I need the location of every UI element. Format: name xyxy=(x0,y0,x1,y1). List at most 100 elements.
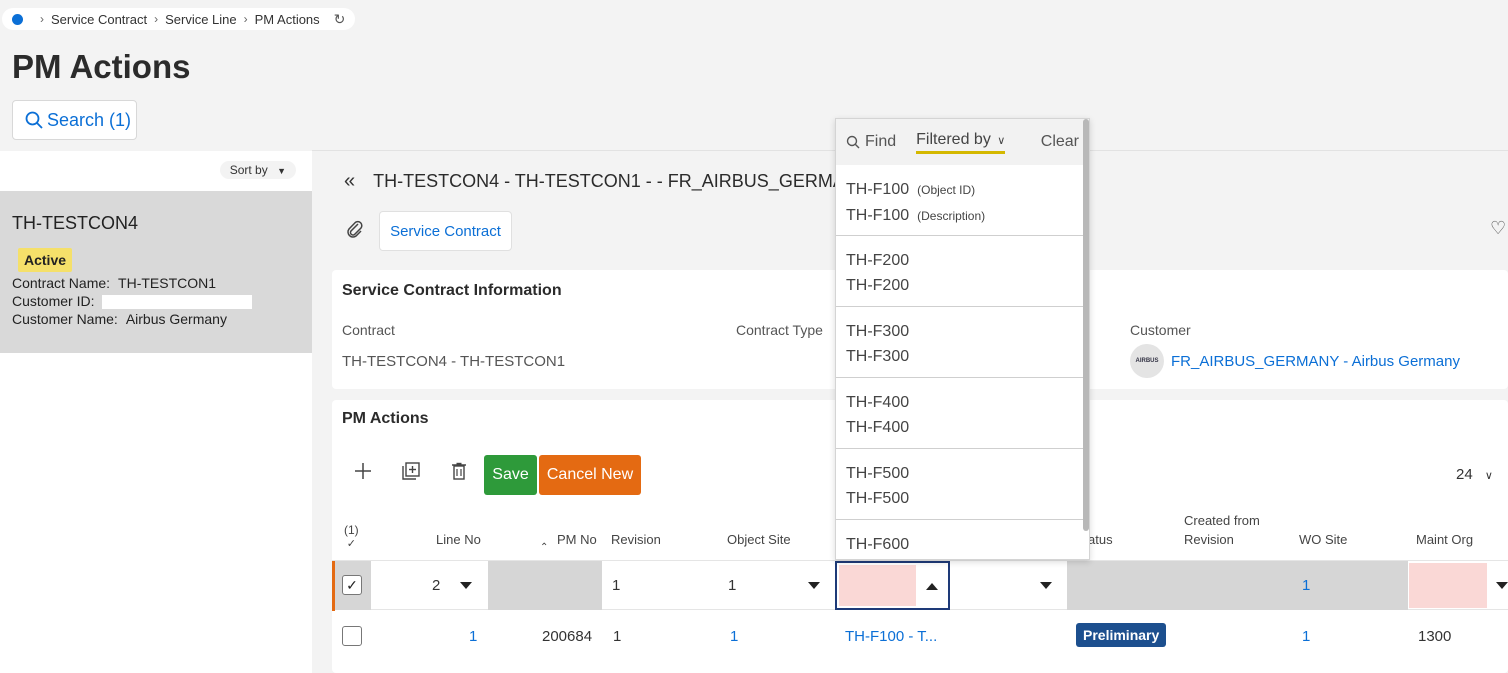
redacted-area xyxy=(102,295,253,310)
object-id-input-focused[interactable] xyxy=(835,561,950,610)
breadcrumb: › Service Contract › Service Line › PM A… xyxy=(2,8,356,30)
section-title: Service Contract Information xyxy=(342,282,562,299)
search-label: Search (1) xyxy=(47,109,132,130)
sort-by-button[interactable]: Sort by ▼ xyxy=(219,161,296,179)
customer-link[interactable]: FR_AIRBUS_GERMANY - Airbus Germany xyxy=(1171,353,1460,370)
page-size-selector[interactable]: 24 ∨ xyxy=(1456,466,1493,483)
option-description: TH-F500 xyxy=(846,490,910,507)
caret-down-icon: ▼ xyxy=(277,166,286,176)
duplicate-icon[interactable] xyxy=(402,462,420,486)
section-title: PM Actions xyxy=(342,410,429,427)
check-icon[interactable]: ✓ xyxy=(344,537,359,550)
customer-id-label: Customer ID: xyxy=(12,293,95,309)
status-badge: Preliminary xyxy=(1076,623,1167,647)
chevron-down-icon: ∨ xyxy=(1484,470,1493,482)
dropdown-option[interactable]: TH-F100 (Object ID) TH-F100 (Description) xyxy=(836,165,1089,236)
revision-input[interactable]: 1 xyxy=(612,577,620,594)
service-contract-button[interactable]: Service Contract xyxy=(379,211,512,251)
dropdown-option[interactable]: TH-F500 TH-F500 xyxy=(836,449,1089,520)
dropdown-option[interactable]: TH-F200 TH-F200 xyxy=(836,236,1089,307)
home-dot-icon[interactable] xyxy=(12,13,23,25)
column-header-wo-site[interactable]: WO Site xyxy=(1299,530,1347,549)
cancel-new-button[interactable]: Cancel New xyxy=(539,455,641,495)
column-header-created-from-revision[interactable]: Created from Revision xyxy=(1184,511,1260,549)
option-description: TH-F200 xyxy=(846,277,910,294)
caret-down-icon[interactable] xyxy=(1496,582,1508,589)
caret-up-icon[interactable] xyxy=(926,583,938,590)
page-size-value: 24 xyxy=(1456,466,1473,483)
breadcrumb-pm-actions: PM Actions xyxy=(254,11,320,27)
table-row[interactable]: 1 200684 1 1 TH-F100 - T... Preliminary … xyxy=(332,611,1508,661)
option-id: TH-F400 xyxy=(846,394,910,411)
selected-count: (1) ✓ xyxy=(344,523,359,550)
wo-site-link[interactable]: 1 xyxy=(1302,577,1310,594)
find-button[interactable]: Find xyxy=(846,133,896,151)
paperclip-icon[interactable] xyxy=(346,220,364,245)
object-id-link[interactable]: TH-F100 - T... xyxy=(845,628,937,645)
column-header-line-no[interactable]: Line No xyxy=(436,530,481,549)
sort-by-label: Sort by xyxy=(229,163,268,177)
object-site-link[interactable]: 1 xyxy=(730,628,738,645)
breadcrumb-service-contract[interactable]: Service Contract xyxy=(51,12,147,27)
column-header-maint-org[interactable]: Maint Org xyxy=(1416,530,1473,549)
contract-name-value: TH-TESTCON1 xyxy=(118,275,217,291)
record-header: « TH-TESTCON4 - TH-TESTCON1 - - FR_AIRBU… xyxy=(344,170,870,193)
header-line: Created from xyxy=(1184,513,1260,528)
find-label: Find xyxy=(865,133,897,150)
option-id: TH-F600 xyxy=(846,536,910,553)
clear-button[interactable]: Clear xyxy=(1041,133,1079,151)
wo-site-link[interactable]: 1 xyxy=(1302,628,1310,645)
option-id: TH-F500 xyxy=(846,465,910,482)
option-id: TH-F200 xyxy=(846,252,910,269)
heart-icon[interactable]: ♡ xyxy=(1490,218,1506,239)
option-description: TH-F300 xyxy=(846,348,910,365)
option-id: TH-F100 xyxy=(846,181,910,198)
column-header-pm-no[interactable]: PM No xyxy=(557,530,597,549)
save-button[interactable]: Save xyxy=(484,455,537,495)
column-header-revision[interactable]: Revision xyxy=(611,530,661,549)
customer-name-label: Customer Name: xyxy=(12,311,118,327)
line-no-link[interactable]: 1 xyxy=(469,628,477,645)
column-header-object-site[interactable]: Object Site xyxy=(727,530,791,549)
dropdown-option[interactable]: TH-F400 TH-F400 xyxy=(836,378,1089,449)
pm-no-cell-readonly xyxy=(488,561,602,610)
option-description: TH-F100 xyxy=(846,207,910,224)
caret-down-icon[interactable] xyxy=(1040,582,1052,589)
filtered-by-button[interactable]: Filtered by ∨ xyxy=(916,131,1006,154)
contract-name-label: Contract Name: xyxy=(12,275,111,291)
refresh-icon[interactable]: ↻ xyxy=(334,11,346,28)
status-badge: Active xyxy=(18,248,73,272)
row-checkbox-checked[interactable]: ✓ xyxy=(342,575,362,595)
record-card-title: TH-TESTCON4 xyxy=(12,213,138,233)
maint-org-input[interactable] xyxy=(1409,563,1487,608)
object-site-input[interactable]: 1 xyxy=(728,577,736,594)
search-icon xyxy=(25,111,43,129)
dropdown-option[interactable]: TH-F600 xyxy=(836,520,1089,559)
line-no-input[interactable]: 2 xyxy=(432,577,440,594)
page-title: PM Actions xyxy=(12,48,191,85)
contract-value: TH-TESTCON4 - TH-TESTCON1 xyxy=(342,353,566,370)
row-checkbox[interactable] xyxy=(342,626,362,646)
maint-org-value: 1300 xyxy=(1418,628,1452,645)
customer-avatar: AIRBUS xyxy=(1130,344,1164,378)
dropdown-option[interactable]: TH-F300 TH-F300 xyxy=(836,307,1089,378)
delete-icon[interactable] xyxy=(450,462,468,486)
header-line: Revision xyxy=(1184,532,1234,547)
caret-down-icon[interactable] xyxy=(460,582,472,589)
breadcrumb-service-line[interactable]: Service Line xyxy=(165,12,237,27)
contract-label: Contract xyxy=(342,322,395,338)
chevron-right-icon: › xyxy=(40,12,44,26)
column-header-status[interactable]: atus xyxy=(1088,530,1113,549)
selected-count-text: (1) xyxy=(344,523,359,537)
search-button[interactable]: Search (1) xyxy=(12,100,137,140)
readonly-cells xyxy=(1067,561,1408,610)
required-field-highlight xyxy=(839,565,916,606)
option-description: TH-F400 xyxy=(846,419,910,436)
collapse-panel-icon[interactable]: « xyxy=(344,170,355,193)
record-card[interactable]: TH-TESTCON4 Active Contract Name: TH-TEST… xyxy=(0,191,312,353)
search-icon xyxy=(846,135,860,149)
dropdown-scrollbar[interactable] xyxy=(1083,119,1089,531)
customer-label: Customer xyxy=(1130,322,1191,338)
add-icon[interactable] xyxy=(354,462,372,486)
caret-down-icon[interactable] xyxy=(808,582,820,589)
